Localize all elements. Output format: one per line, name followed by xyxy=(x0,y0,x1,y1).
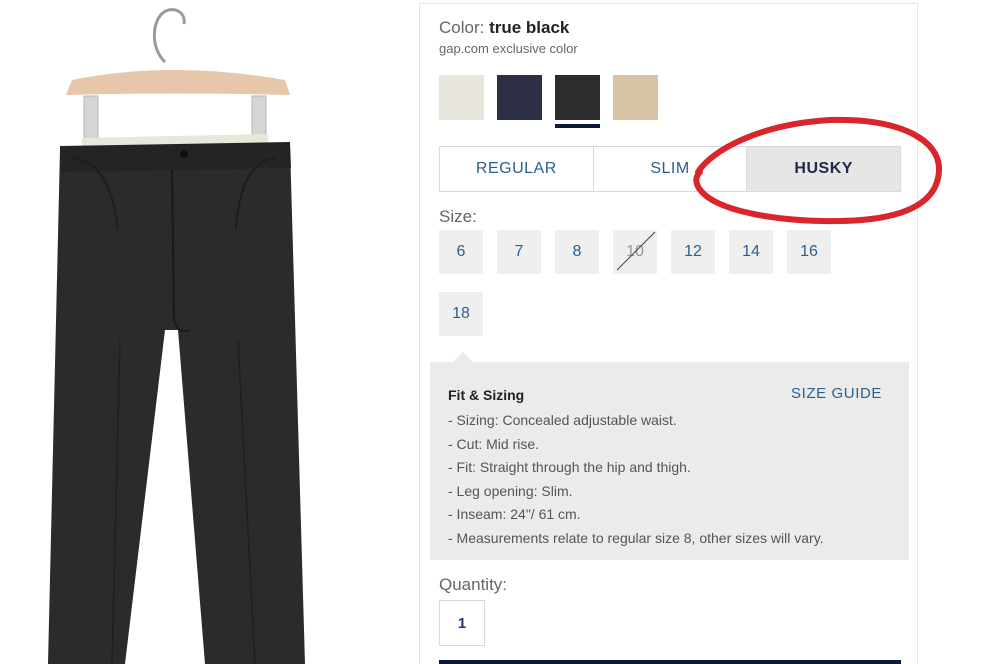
pants-on-hanger-image xyxy=(48,8,305,664)
swatch-stone[interactable] xyxy=(439,75,484,120)
quantity-label: Quantity: xyxy=(439,575,508,594)
size-option-8[interactable]: 8 xyxy=(555,230,599,274)
size-option-16[interactable]: 16 xyxy=(787,230,831,274)
swatch-navy[interactable] xyxy=(497,75,542,120)
size-option-6[interactable]: 6 xyxy=(439,230,483,274)
fit-detail-item: - Measurements relate to regular size 8,… xyxy=(448,529,824,546)
swatch-khaki[interactable] xyxy=(613,75,658,120)
swatch-true-black[interactable] xyxy=(555,75,600,128)
fit-detail-item: - Sizing: Concealed adjustable waist. xyxy=(448,412,677,428)
pants-silhouette xyxy=(48,146,305,664)
size-option-14[interactable]: 14 xyxy=(729,230,773,274)
add-to-bag-button[interactable] xyxy=(439,660,901,664)
color-name: true black xyxy=(489,18,570,37)
tab-husky[interactable]: HUSKY xyxy=(747,147,901,191)
hanger-hook xyxy=(152,8,186,64)
size-option-12[interactable]: 12 xyxy=(671,230,715,274)
fit-details-list: - Sizing: Concealed adjustable waist. - … xyxy=(448,409,824,551)
tab-slim[interactable]: SLIM xyxy=(593,147,748,191)
fit-sizing-box: Fit & Sizing SIZE GUIDE - Sizing: Concea… xyxy=(430,352,909,560)
quantity-input[interactable]: 1 xyxy=(439,600,485,646)
product-image xyxy=(0,0,420,664)
hanger-clip-left xyxy=(83,95,99,143)
color-note: gap.com exclusive color xyxy=(439,41,578,56)
fit-tabs: REGULAR SLIM HUSKY xyxy=(439,146,901,192)
tab-regular[interactable]: REGULAR xyxy=(440,147,594,191)
color-label: Color: xyxy=(439,18,490,37)
size-option-7[interactable]: 7 xyxy=(497,230,541,274)
fit-detail-item: - Inseam: 24"/ 61 cm. xyxy=(448,506,581,523)
waist-button xyxy=(180,150,188,158)
product-options-panel: Color: true black gap.com exclusive colo… xyxy=(419,3,918,664)
size-guide-link[interactable]: SIZE GUIDE xyxy=(791,385,882,402)
color-label-row: Color: true black xyxy=(439,18,569,38)
hanger-wood xyxy=(66,70,290,95)
size-label: Size: xyxy=(439,207,477,226)
size-option-18[interactable]: 18 xyxy=(439,292,483,336)
fit-detail-item: - Cut: Mid rise. xyxy=(448,435,540,452)
strikethrough-icon xyxy=(616,231,656,271)
fit-box-notch xyxy=(452,352,474,363)
fit-sizing-title: Fit & Sizing xyxy=(448,387,525,403)
size-option-10-unavailable[interactable]: 10 xyxy=(613,230,657,274)
fit-detail-item: - Fit: Straight through the hip and thig… xyxy=(448,459,691,476)
fit-detail-item: - Leg opening: Slim. xyxy=(448,482,573,499)
